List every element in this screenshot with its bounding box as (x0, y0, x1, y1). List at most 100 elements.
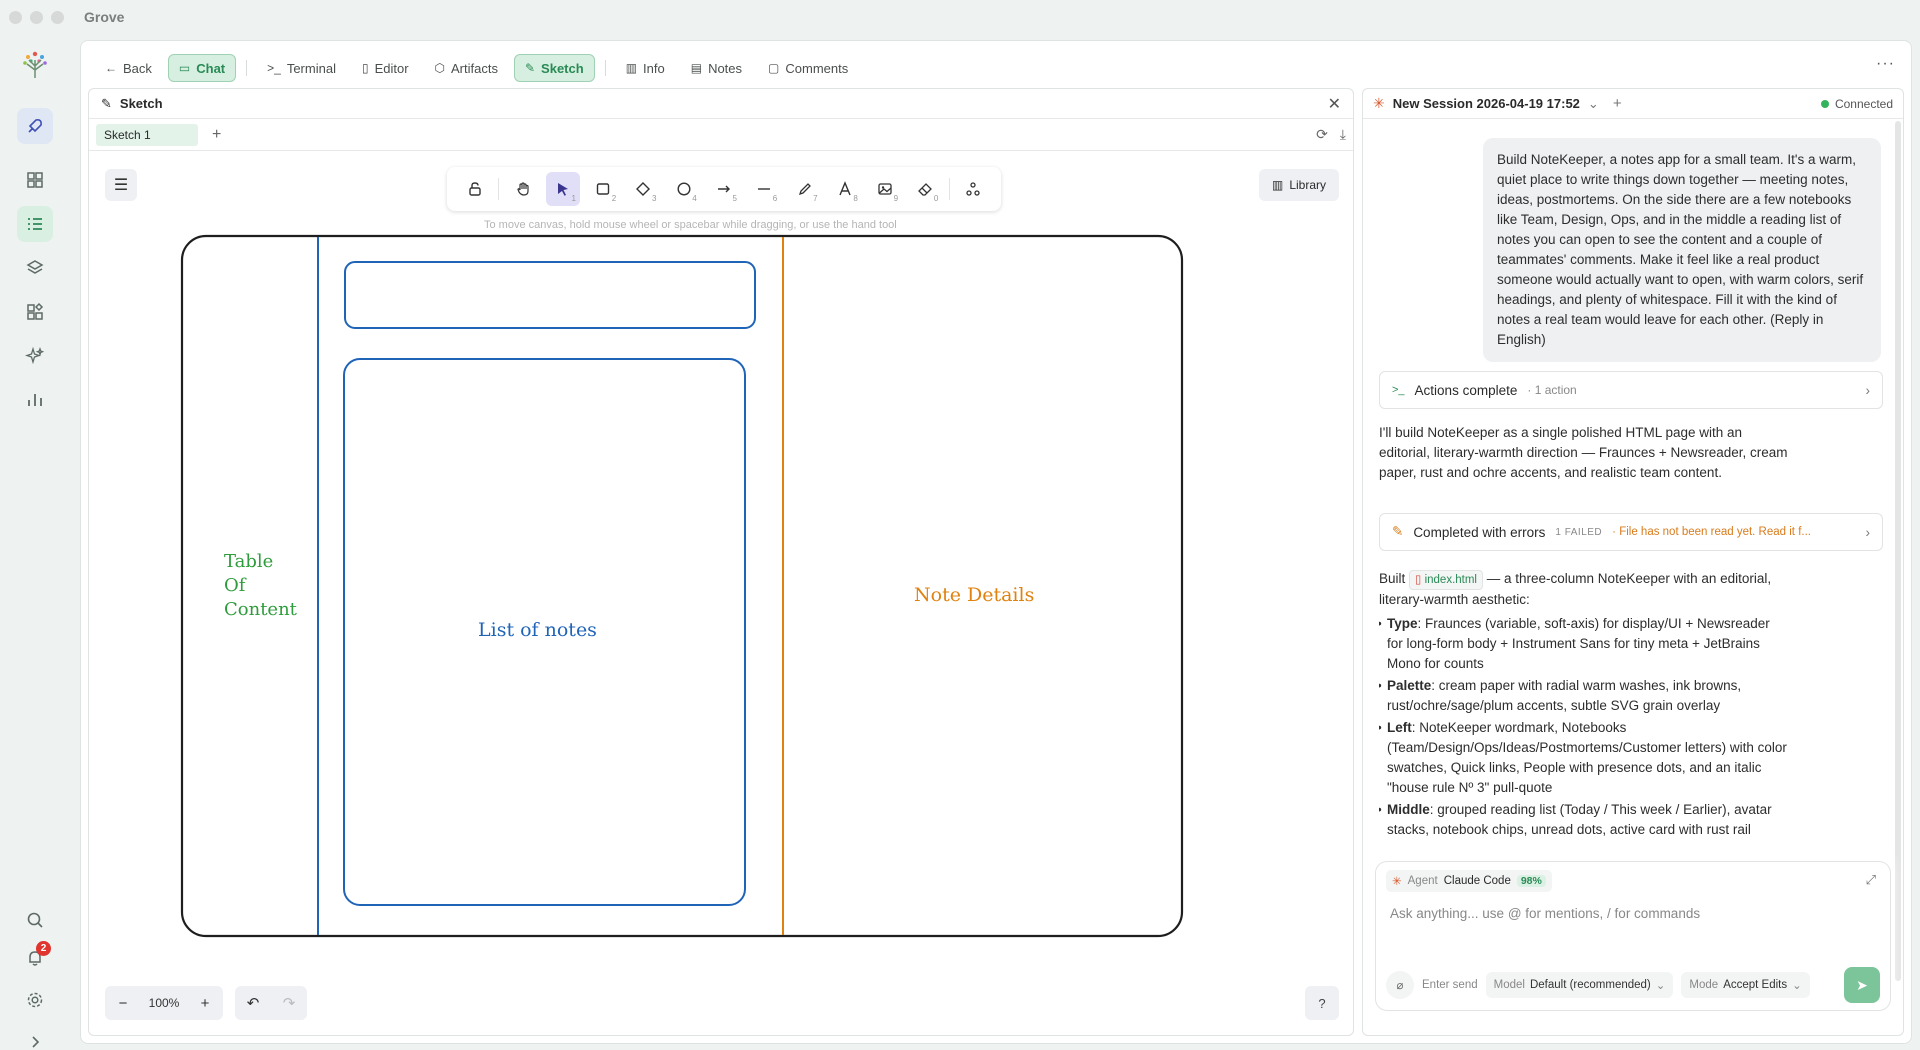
chevron-down-icon: ⌄ (1792, 980, 1802, 992)
arrow-left-icon: ← (105, 61, 117, 75)
file-chip[interactable]: ▯ index.html (1409, 570, 1483, 590)
redo-icon[interactable]: ↷ (271, 994, 307, 1012)
sketch-panel: ✎ Sketch ✕ Sketch 1 + ⟳ ⤓ Table Of Conte… (88, 88, 1354, 1036)
sketch-header: ✎ Sketch ✕ (89, 89, 1353, 119)
tab-comments[interactable]: ▢ Comments (758, 54, 858, 82)
summary-list: Type: Fraunces (variable, soft-axis) for… (1379, 614, 1789, 840)
sparkle-icon[interactable] (17, 338, 53, 374)
label-note-details: Note Details (914, 584, 1035, 606)
extra-tools-icon[interactable] (956, 172, 990, 206)
divider (498, 178, 500, 200)
connection-status: Connected (1820, 97, 1893, 111)
sketch-tab[interactable]: Sketch 1 (96, 123, 198, 146)
cube-icon: ⬡ (434, 61, 446, 75)
undo-icon[interactable]: ↶ (235, 994, 271, 1012)
line-icon[interactable]: 6 (747, 172, 781, 206)
close-icon[interactable]: ✕ (1328, 94, 1341, 114)
rocket-icon[interactable] (17, 108, 53, 144)
help-icon[interactable]: ? (1305, 986, 1339, 1020)
pencil-icon: ✎ (101, 95, 112, 111)
image-icon[interactable]: 9 (868, 172, 902, 206)
library-button[interactable]: ▥ Library (1259, 169, 1339, 201)
tab-artifacts[interactable]: ⬡ Artifacts (425, 54, 508, 82)
completed-with-errors-card[interactable]: ✎ Completed with errors 1 FAILED · File … (1379, 513, 1883, 551)
eraser-icon[interactable]: 0 (908, 172, 942, 206)
chevron-right-icon: › (1865, 382, 1871, 398)
chat-input[interactable] (1390, 906, 1870, 921)
tab-sketch[interactable]: ✎ Sketch (513, 54, 595, 82)
tab-info[interactable]: ▥ Info (616, 54, 675, 82)
zoom-out-button[interactable]: − (105, 995, 141, 1012)
new-session-icon[interactable]: + (1613, 95, 1622, 112)
mode-selector[interactable]: Mode Accept Edits ⌄ (1681, 972, 1810, 998)
model-selector[interactable]: Model Default (recommended) ⌄ (1485, 972, 1674, 998)
lock-icon[interactable] (458, 172, 492, 206)
zoom-controls: − 100% + ↶ ↷ (105, 986, 307, 1020)
divider (604, 60, 606, 76)
claude-star-icon: ✳ (1373, 95, 1385, 111)
chat-icon: ▭ (178, 61, 191, 75)
send-button[interactable]: ➤ (1844, 967, 1880, 1003)
widgets-icon[interactable] (17, 294, 53, 330)
html-file-icon: ▯ (1415, 574, 1422, 586)
drawing-toolbar: 1 2 3 4 5 6 7 8 9 0 (447, 167, 1001, 211)
back-button[interactable]: ← Back (95, 54, 162, 82)
zoom-in-button[interactable]: + (187, 995, 223, 1012)
claude-star-icon: ✳ (1392, 876, 1402, 888)
ellipse-icon[interactable]: 4 (667, 172, 701, 206)
enter-send-hint: Enter send (1422, 979, 1478, 991)
user-message: Build NoteKeeper, a notes app for a smal… (1483, 138, 1881, 362)
chat-scrollbar[interactable] (1895, 121, 1901, 981)
arrow-icon[interactable]: 5 (707, 172, 741, 206)
chat-panel: ✳ New Session 2026-04-19 17:52 ⌄ + Conne… (1362, 88, 1904, 1036)
menu-icon[interactable]: ☰ (105, 169, 137, 201)
actions-complete-card[interactable]: >_ Actions complete · 1 action › (1379, 371, 1883, 409)
chevron-right-icon[interactable] (17, 1024, 53, 1050)
list-item: Middle: grouped reading list (Today / Th… (1379, 800, 1789, 840)
hand-icon[interactable] (506, 172, 540, 206)
agent-selector[interactable]: ✳ Agent Claude Code 98% (1386, 870, 1552, 892)
sketch-title: Sketch (119, 96, 163, 111)
paperclip-icon[interactable]: ⌀ (1386, 971, 1414, 999)
search-box-shape (344, 261, 756, 329)
close-window-button[interactable] (9, 10, 22, 24)
context-percent-badge: 98% (1516, 875, 1546, 887)
file-icon: ▯ (361, 61, 369, 75)
sketch-canvas[interactable]: Table Of Content List of notes Note Deta… (89, 152, 1353, 1035)
chevron-right-icon: › (1865, 524, 1871, 540)
expand-icon[interactable]: ⤢ (1866, 872, 1876, 888)
add-sketch-icon[interactable]: + (212, 126, 221, 144)
tab-chat[interactable]: ▭ Chat (167, 54, 237, 82)
chart-icon[interactable] (17, 382, 53, 418)
label-table-of-content: Table Of Content (224, 551, 297, 620)
session-title[interactable]: New Session 2026-04-19 17:52 (1393, 96, 1580, 111)
gear-icon[interactable] (17, 982, 53, 1018)
bell-icon[interactable]: 2 (17, 940, 53, 976)
maximize-window-button[interactable] (51, 10, 64, 24)
more-options-icon[interactable]: ··· (1876, 55, 1895, 73)
refresh-icon[interactable]: ⟳ (1316, 126, 1328, 143)
note-icon: ▤ (690, 61, 703, 75)
list-icon[interactable] (17, 206, 53, 242)
diamond-icon[interactable]: 3 (626, 172, 660, 206)
zoom-level[interactable]: 100% (141, 996, 187, 1010)
tab-notes[interactable]: ▤ Notes (681, 54, 752, 82)
tab-terminal[interactable]: >_ Terminal (257, 54, 346, 82)
chevron-down-icon[interactable]: ⌄ (1588, 96, 1599, 112)
assistant-intro: I'll build NoteKeeper as a single polish… (1379, 425, 1788, 480)
notification-badge: 2 (36, 941, 51, 956)
download-icon[interactable]: ⤓ (1340, 126, 1346, 143)
rectangle-icon[interactable]: 2 (586, 172, 620, 206)
composer-toolbar: ⌀ Enter send Model Default (recommended)… (1386, 967, 1880, 1003)
text-icon[interactable]: 8 (828, 172, 862, 206)
minimize-window-button[interactable] (30, 10, 43, 24)
layers-icon[interactable] (17, 250, 53, 286)
search-icon[interactable] (17, 902, 53, 938)
tab-editor[interactable]: ▯ Editor (352, 54, 419, 82)
select-pointer-icon[interactable]: 1 (545, 172, 580, 206)
grove-logo-icon (23, 51, 47, 78)
grid-icon[interactable] (17, 162, 53, 198)
chevron-down-icon: ⌄ (1655, 980, 1666, 992)
draw-pencil-icon[interactable]: 7 (788, 172, 822, 206)
window-controls[interactable] (9, 10, 64, 24)
